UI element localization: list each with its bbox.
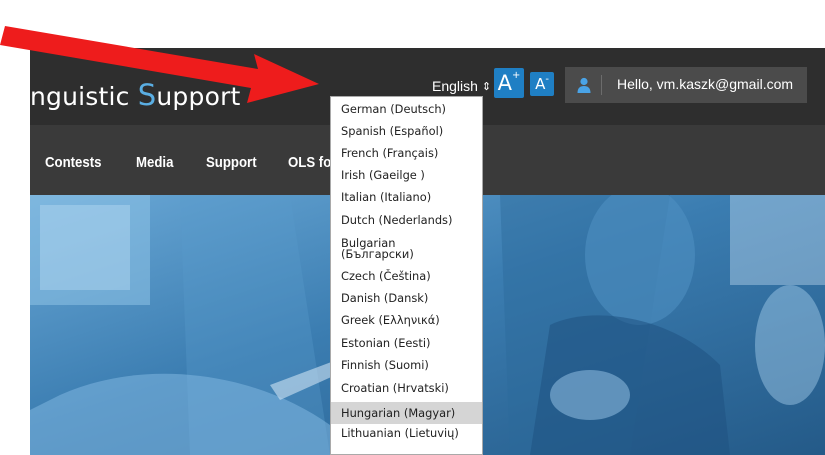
- user-account-menu[interactable]: Hello, vm.kaszk@gmail.com: [565, 67, 807, 103]
- language-option[interactable]: Spanish (Español): [331, 125, 482, 138]
- language-option[interactable]: Greek (Ελληνικά): [331, 314, 482, 327]
- user-icon: [577, 77, 591, 93]
- language-select[interactable]: English ⇕: [432, 74, 491, 98]
- minus-icon: -: [545, 74, 549, 85]
- nav-item-media[interactable]: Media: [136, 154, 173, 171]
- language-option[interactable]: Italian (Italiano): [331, 191, 482, 204]
- language-select-value: English: [432, 78, 478, 94]
- language-option[interactable]: German (Deutsch): [331, 103, 482, 116]
- language-option[interactable]: Finnish (Suomi): [331, 359, 482, 372]
- language-option[interactable]: Lithuanian (Lietuvių): [331, 427, 482, 440]
- nav-item-ols[interactable]: OLS fo: [288, 154, 331, 171]
- logo-text-accent: S: [137, 78, 157, 112]
- language-option[interactable]: Irish (Gaeilge ): [331, 169, 482, 182]
- logo-text-end: upport: [156, 82, 241, 111]
- decrease-font-label: A: [535, 75, 546, 93]
- plus-icon: +: [511, 70, 521, 81]
- nav-item-contests[interactable]: Contests: [45, 154, 101, 171]
- increase-font-label: A: [497, 71, 512, 95]
- language-option[interactable]: Bulgarian (Български): [331, 237, 482, 260]
- language-option[interactable]: Danish (Dansk): [331, 292, 482, 305]
- language-option[interactable]: Estonian (Eesti): [331, 337, 482, 350]
- language-option[interactable]: French (Français): [331, 147, 482, 160]
- language-option-selected[interactable]: Hungarian (Magyar): [331, 402, 482, 424]
- language-option[interactable]: Dutch (Nederlands): [331, 214, 482, 227]
- user-divider: [601, 75, 602, 95]
- nav-item-support[interactable]: Support: [206, 154, 257, 171]
- sort-caret-icon: ⇕: [481, 81, 492, 93]
- language-option[interactable]: Czech (Čeština): [331, 270, 482, 283]
- logo-text-start: nguistic: [30, 82, 138, 111]
- language-option[interactable]: Croatian (Hrvatski): [331, 382, 482, 395]
- language-dropdown-list[interactable]: German (Deutsch) Spanish (Español) Frenc…: [330, 96, 483, 455]
- increase-font-button[interactable]: A+: [494, 68, 524, 98]
- user-greeting: Hello, vm.kaszk@gmail.com: [617, 76, 794, 92]
- site-logo[interactable]: nguistic Support: [30, 78, 241, 112]
- decrease-font-button[interactable]: A-: [530, 72, 554, 96]
